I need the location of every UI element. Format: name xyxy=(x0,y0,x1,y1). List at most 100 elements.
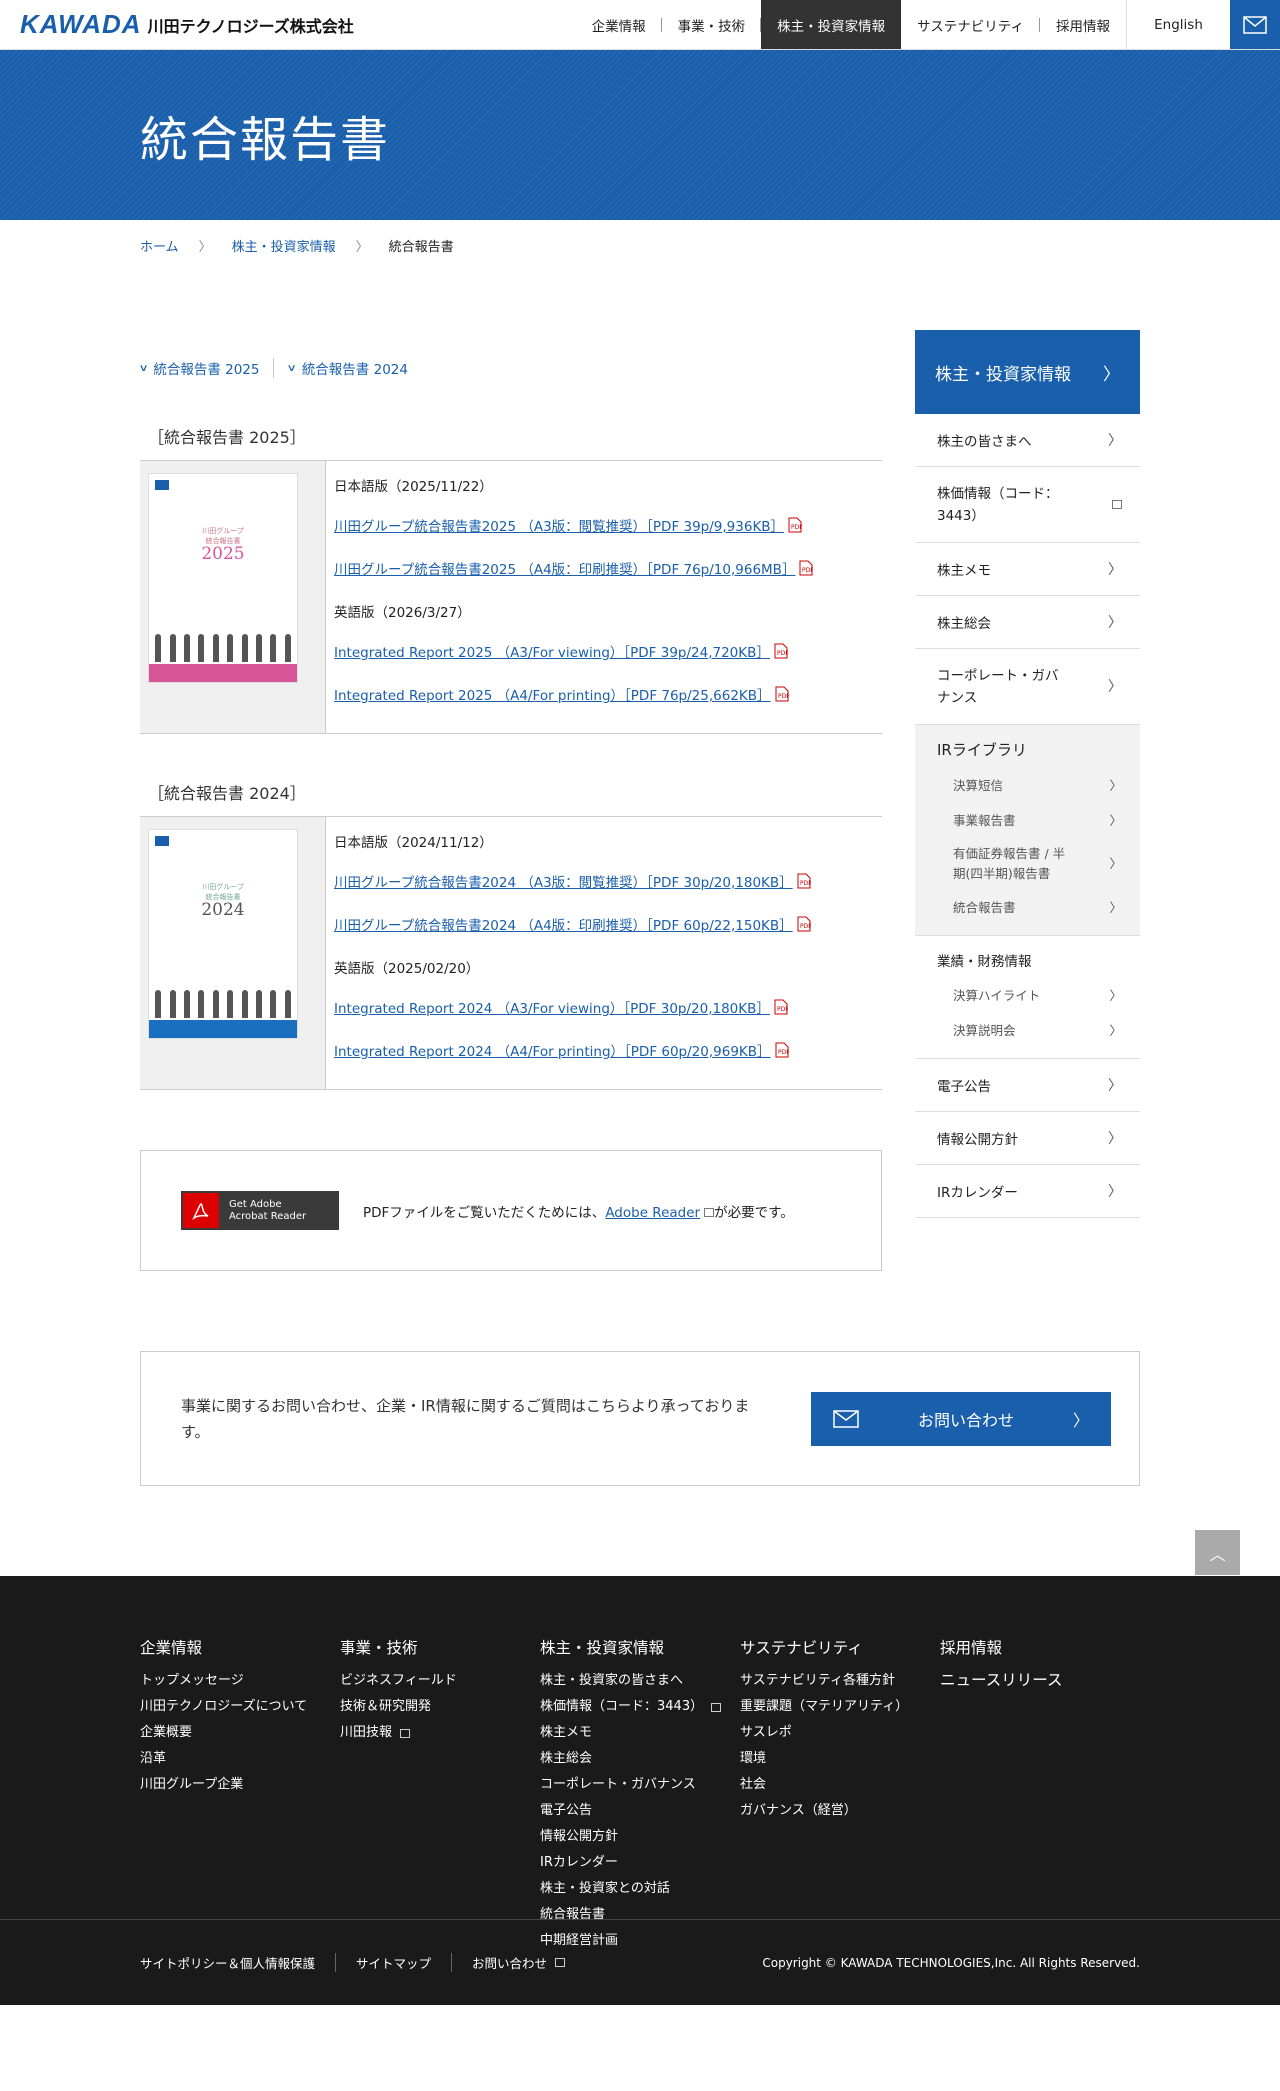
footer-heading[interactable]: 事業・技術 xyxy=(340,1636,540,1658)
side-sub-highlight[interactable]: 決算ハイライト〉 xyxy=(915,978,1140,1013)
footer-heading[interactable]: 株主・投資家情報 xyxy=(540,1636,740,1658)
sitemap-link[interactable]: サイトマップ xyxy=(356,1953,453,1972)
footer-link[interactable]: 株主・投資家の皆さまへ xyxy=(540,1668,740,1694)
footer-link[interactable]: 川田テクノロジーズについて xyxy=(140,1694,340,1720)
footer-link[interactable]: IRカレンダー xyxy=(540,1850,740,1876)
side-sub-integrated-report[interactable]: 統合報告書〉 xyxy=(915,890,1140,925)
pdf-link[interactable]: Integrated Report 2025 （A4/For printing）… xyxy=(334,684,771,704)
get-adobe-reader-badge[interactable]: Get Adobe Acrobat Reader xyxy=(181,1191,339,1230)
report-block-2024: 川田グループ 統合報告書 2024 日本語版（2024/11/12） 川田グループ… xyxy=(140,816,882,1090)
pdf-link[interactable]: 川田グループ統合報告書2025 （A4版：印刷推奨）［PDF 76p/10,96… xyxy=(334,558,795,578)
mail-button[interactable] xyxy=(1230,0,1280,49)
svg-text:PDF: PDF xyxy=(777,1006,788,1013)
footer-link[interactable]: 環境 xyxy=(740,1746,940,1772)
en-version-label: 英語版（2025/02/20） xyxy=(334,961,480,977)
footer-link[interactable]: ガバナンス（経営） xyxy=(740,1798,940,1824)
breadcrumb-home[interactable]: ホーム xyxy=(140,236,179,255)
footer-link[interactable]: 株主メモ xyxy=(540,1720,740,1746)
nav-business[interactable]: 事業・技術 xyxy=(662,0,762,49)
footer-link[interactable]: 株主・投資家との対話 xyxy=(540,1876,740,1902)
chevron-right-icon: 〉 xyxy=(1103,364,1120,385)
site-logo[interactable]: KAWADA 川田テクノロジーズ株式会社 xyxy=(0,0,560,49)
side-group-title: 業績・財務情報 xyxy=(937,954,1032,970)
anchor-2025[interactable]: ∨ 統合報告書 2025 xyxy=(139,358,273,378)
side-nav-head[interactable]: 株主・投資家情報〉 xyxy=(915,330,1140,414)
footer-news-link[interactable]: ニュースリリース xyxy=(940,1671,1062,1689)
nav-sustainability[interactable]: サステナビリティ xyxy=(901,0,1040,49)
footer-link[interactable]: サステナビリティ各種方針 xyxy=(740,1668,940,1694)
adobe-reader-link[interactable]: Adobe Reader xyxy=(605,1205,700,1221)
side-item-stock-info[interactable]: 株価情報（コード：3443） xyxy=(915,467,1140,543)
cover-title: 川田グループ 統合報告書 xyxy=(202,883,244,901)
pdf-link[interactable]: Integrated Report 2025 （A3/For viewing）［… xyxy=(334,641,770,661)
footer-link[interactable]: 株主総会 xyxy=(540,1746,740,1772)
pdf-link[interactable]: 川田グループ統合報告書2024 （A3版：閲覧推奨）［PDF 30p/20,18… xyxy=(334,871,793,891)
nav-ir[interactable]: 株主・投資家情報 xyxy=(761,0,902,49)
report-cover-2024: 川田グループ 統合報告書 2024 xyxy=(148,829,298,1039)
side-nav: 株主・投資家情報〉 株主の皆さまへ〉 株価情報（コード：3443） 株主メモ〉 … xyxy=(915,330,1140,1271)
nav-corporate[interactable]: 企業情報 xyxy=(576,0,662,49)
chevron-right-icon: 〉 xyxy=(1109,777,1122,793)
side-item-disclosure[interactable]: 情報公開方針〉 xyxy=(915,1112,1140,1165)
side-item-ir-calendar[interactable]: IRカレンダー〉 xyxy=(915,1165,1140,1218)
pdf-link[interactable]: 川田グループ統合報告書2024 （A4版：印刷推奨）［PDF 60p/22,15… xyxy=(334,914,793,934)
chevron-right-icon: 〉 xyxy=(1108,1131,1122,1147)
side-item-memo[interactable]: 株主メモ〉 xyxy=(915,543,1140,596)
chevron-down-icon: ∨ xyxy=(287,362,298,374)
side-sub-business-report[interactable]: 事業報告書〉 xyxy=(915,803,1140,838)
footer-col-recruit: 採用情報 ニュースリリース xyxy=(940,1636,1140,1954)
footer-heading[interactable]: 企業情報 xyxy=(140,1636,340,1658)
pdf-link[interactable]: Integrated Report 2024 （A3/For viewing）［… xyxy=(334,997,770,1017)
side-sub-briefing[interactable]: 決算説明会〉 xyxy=(915,1013,1140,1048)
footer-link[interactable]: トップメッセージ xyxy=(140,1668,340,1694)
footer-link[interactable]: 電子公告 xyxy=(540,1798,740,1824)
side-sub-securities-report[interactable]: 有価証券報告書 / 半期(四半期)報告書〉 xyxy=(915,838,1140,890)
back-to-top-button[interactable]: ︿ xyxy=(1195,1530,1240,1575)
site-header: KAWADA 川田テクノロジーズ株式会社 企業情報 事業・技術 株主・投資家情報… xyxy=(0,0,1280,50)
footer-link[interactable]: サスレポ xyxy=(740,1720,940,1746)
report-block-2025: 川田グループ 統合報告書 2025 日本語版（2025/11/22） 川田グループ… xyxy=(140,460,882,734)
footer-link[interactable]: 川田技報 xyxy=(340,1720,540,1746)
footer-link[interactable]: ビジネスフィールド xyxy=(340,1668,540,1694)
svg-text:PDF: PDF xyxy=(800,880,811,887)
breadcrumb-current: 統合報告書 xyxy=(388,239,454,255)
en-version-label: 英語版（2026/3/27） xyxy=(334,605,471,621)
footer-link[interactable]: 社会 xyxy=(740,1772,940,1798)
cover-title: 川田グループ 統合報告書 xyxy=(202,527,244,545)
nav-recruit[interactable]: 採用情報 xyxy=(1040,0,1126,49)
mail-icon xyxy=(833,1409,859,1428)
cover-year: 2024 xyxy=(201,900,245,920)
footer-heading[interactable]: サステナビリティ xyxy=(740,1636,940,1658)
footer-col-ir: 株主・投資家情報 株主・投資家の皆さまへ 株価情報（コード：3443） 株主メモ… xyxy=(540,1636,740,1954)
side-item-shareholders[interactable]: 株主の皆さまへ〉 xyxy=(915,414,1140,467)
breadcrumb-ir[interactable]: 株主・投資家情報 xyxy=(232,236,336,255)
footer-link[interactable]: 川田グループ企業 xyxy=(140,1772,340,1798)
svg-text:PDF: PDF xyxy=(800,923,811,930)
anchor-2024[interactable]: ∨ 統合報告書 2024 xyxy=(273,358,421,378)
footer-link[interactable]: 株価情報（コード：3443） xyxy=(540,1694,740,1720)
footer-contact-link[interactable]: お問い合わせ xyxy=(472,1953,585,1972)
footer-link[interactable]: 情報公開方針 xyxy=(540,1824,740,1850)
english-link[interactable]: English xyxy=(1126,0,1230,49)
pdf-link[interactable]: Integrated Report 2024 （A4/For printing）… xyxy=(334,1040,771,1060)
side-item-public-notice[interactable]: 電子公告〉 xyxy=(915,1059,1140,1112)
footer-link[interactable]: コーポレート・ガバナンス xyxy=(540,1772,740,1798)
site-policy-link[interactable]: サイトポリシー＆個人情報保護 xyxy=(140,1953,337,1972)
footer-link[interactable]: 企業概要 xyxy=(140,1720,340,1746)
chevron-right-icon: 〉 xyxy=(1108,433,1122,449)
breadcrumb: ホーム 〉 株主・投資家情報 〉 統合報告書 xyxy=(0,220,1280,270)
footer-bottom: サイトポリシー＆個人情報保護 サイトマップ お問い合わせ Copyright ©… xyxy=(0,1919,1280,2005)
side-sub-tanshin[interactable]: 決算短信〉 xyxy=(915,768,1140,803)
side-group-ir-library: IRライブラリ 決算短信〉 事業報告書〉 有価証券報告書 / 半期(四半期)報告… xyxy=(915,725,1140,936)
side-item-governance[interactable]: コーポレート・ガバナンス〉 xyxy=(915,649,1140,725)
adobe-notice-text: PDFファイルをご覧いただくためには、Adobe Reader が必要です。 xyxy=(363,1204,794,1221)
side-item-meeting[interactable]: 株主総会〉 xyxy=(915,596,1140,649)
footer-link[interactable]: 重要課題（マテリアリティ） xyxy=(740,1694,940,1720)
external-link-icon xyxy=(1112,500,1122,509)
footer-link[interactable]: 技術＆研究開発 xyxy=(340,1694,540,1720)
contact-button[interactable]: お問い合わせ 〉 xyxy=(811,1391,1111,1446)
pdf-link[interactable]: 川田グループ統合報告書2025 （A3版：閲覧推奨）［PDF 39p/9,936… xyxy=(334,515,784,535)
footer-link[interactable]: 沿革 xyxy=(140,1746,340,1772)
footer-heading[interactable]: 採用情報 xyxy=(940,1636,1140,1658)
chevron-right-icon: 〉 xyxy=(1108,615,1122,631)
